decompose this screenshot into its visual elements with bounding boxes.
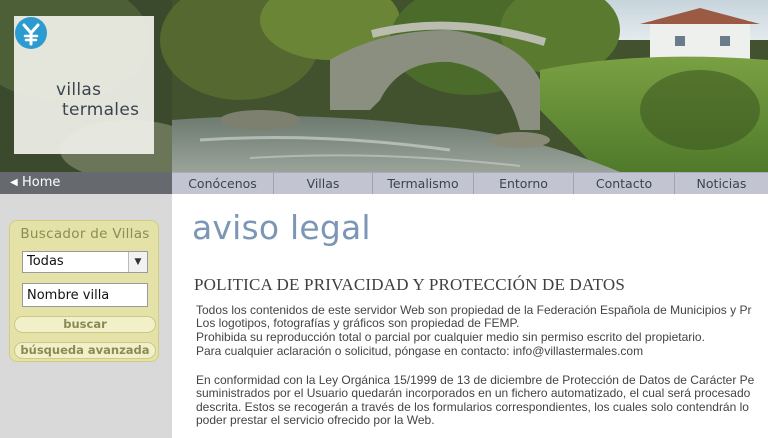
nav-item-noticias[interactable]: Noticias [675,173,768,194]
paragraph-line: poder prestar el servicio ofrecido por l… [196,413,435,427]
paragraph-line: Los logotipos, fotografías y gráficos so… [196,316,520,330]
villa-name-input[interactable] [22,283,148,307]
villa-search-panel: Buscador de Villas Todas ▼ buscar búsque… [9,220,159,362]
search-panel-title: Buscador de Villas [20,226,150,242]
logo[interactable]: villas termales [14,16,154,154]
logo-text-termales: termales [62,100,140,120]
select-value: Todas [27,254,64,269]
villa-type-select[interactable]: Todas ▼ [22,251,148,273]
advanced-search-button[interactable]: búsqueda avanzada [14,342,156,359]
logo-text-villas: villas [56,80,102,100]
nav-item-villas[interactable]: Villas [274,173,373,194]
header-banner: villas termales [0,0,768,172]
chevron-down-icon[interactable]: ▼ [128,252,147,272]
home-label: Home [22,175,61,190]
search-button[interactable]: buscar [14,316,156,333]
left-triangle-icon: ◀ [10,177,18,188]
home-link[interactable]: ◀ Home [0,172,172,194]
paragraph-line: Prohibida su reproducción total o parcia… [196,330,705,344]
nav-item-entorno[interactable]: Entorno [474,173,574,194]
page-title: aviso legal [192,208,371,247]
main-content: aviso legal POLITICA DE PRIVACIDAD Y PRO… [172,194,768,438]
section-heading: POLITICA DE PRIVACIDAD Y PROTECCIÓN DE D… [194,275,625,294]
nav-item-conocenos[interactable]: Conócenos [172,173,274,194]
villas-termales-logo-icon [15,17,47,49]
nav-item-contacto[interactable]: Contacto [574,173,675,194]
paragraph-line: Para cualquier aclaración o solicitud, p… [196,344,644,358]
paragraph-line: suministrados por el Usuario quedarán in… [196,386,751,400]
nav-item-termalismo[interactable]: Termalismo [373,173,474,194]
sidebar: Buscador de Villas Todas ▼ buscar búsque… [0,194,172,438]
main-nav: Conócenos Villas Termalismo Entorno Cont… [172,172,768,194]
